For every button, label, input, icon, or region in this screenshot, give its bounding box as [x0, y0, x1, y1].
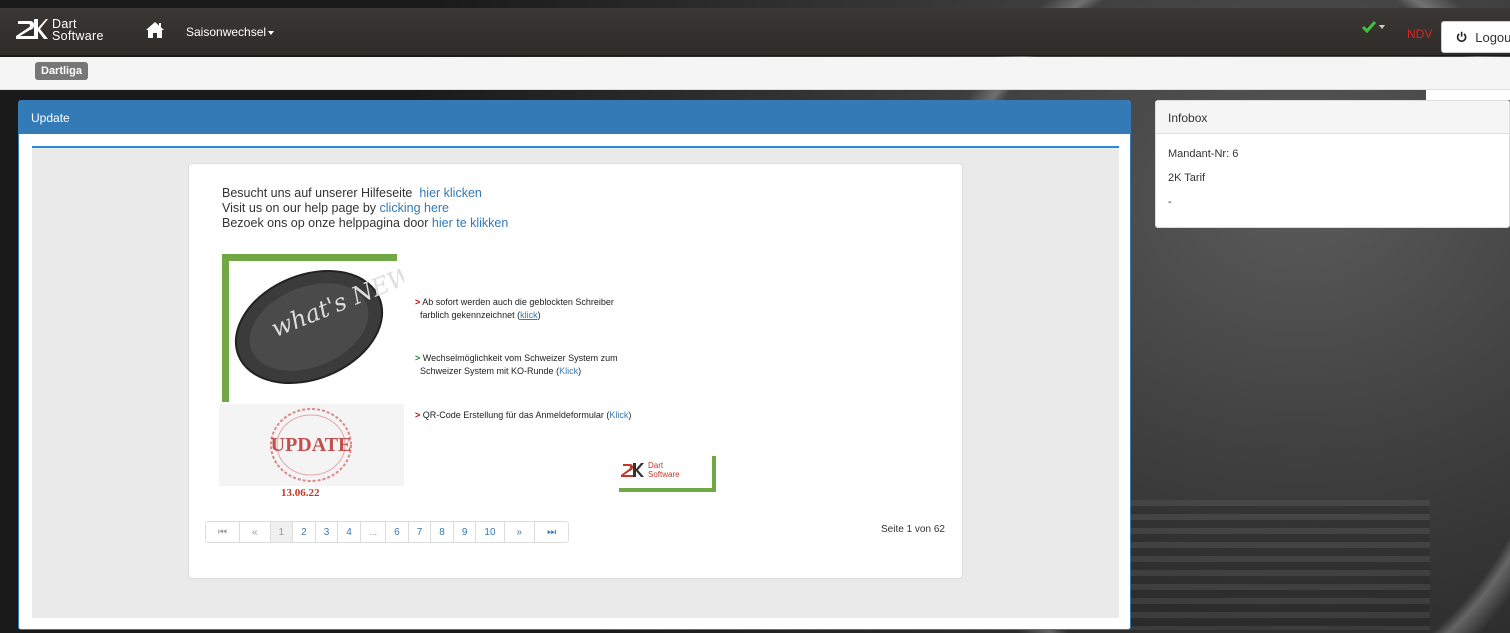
help-link-nl[interactable]: hier te klikken [432, 216, 508, 230]
logout-button[interactable]: Logout [1441, 21, 1510, 53]
panel-body: Besucht uns auf unserer Hilfeseite hier … [19, 134, 1130, 629]
checkmark-icon [1362, 21, 1376, 33]
caret-down-icon [268, 30, 275, 35]
dart-software-logo: Dart Software [619, 456, 716, 492]
update-stamp-text: UPDATE [271, 434, 352, 456]
pagination: ⏮ « 1 2 3 4 ... 6 7 8 9 10 » ⏭ [205, 521, 570, 543]
season-label: Saisonwechsel [186, 25, 267, 39]
news-link[interactable]: Klick [559, 366, 578, 376]
home-icon[interactable] [145, 21, 165, 39]
logout-label: Logout [1475, 29, 1510, 45]
brand-line2: Software [52, 29, 104, 43]
news-item: > Ab sofort werden auch die geblockten S… [415, 297, 614, 320]
background-strip [1426, 90, 1510, 100]
update-card: Besucht uns auf unserer Hilfeseite hier … [188, 163, 963, 579]
help-line-nl: Bezoek ons op onze helppagina door hier … [222, 216, 509, 230]
panel-title: Update [19, 101, 1130, 134]
news-item: > Wechselmöglichkeit vom Schweizer Syste… [415, 353, 618, 376]
help-link-en[interactable]: clicking here [380, 201, 449, 215]
logo-line2: Software [648, 470, 680, 479]
breadcrumb: Dartliga [0, 57, 1510, 90]
status-dropdown[interactable] [1362, 21, 1385, 33]
brand-logo[interactable]: Dart Software [16, 17, 104, 43]
news-item: > QR-Code Erstellung für das Anmeldeform… [415, 410, 632, 420]
infobox: Infobox Mandant-Nr: 6 2K Tarif - [1155, 100, 1510, 228]
page-button[interactable]: 6 [385, 521, 409, 543]
page-info: Seite 1 von 62 [881, 524, 945, 535]
help-line-en: Visit us on our help page by clicking he… [222, 201, 450, 215]
ndv-link[interactable]: NDV [1407, 27, 1432, 41]
season-dropdown[interactable]: Saisonwechsel [186, 25, 275, 39]
help-line-de: Besucht uns auf unserer Hilfeseite hier … [222, 186, 482, 200]
mandant-number: Mandant-Nr: 6 [1168, 148, 1239, 160]
caret-down-icon [1379, 25, 1385, 29]
last-page-button[interactable]: ⏭ [534, 521, 570, 543]
page-button[interactable]: 1 [269, 521, 294, 543]
prev-page-button[interactable]: « [239, 521, 271, 543]
top-navbar: Dart Software Saisonwechsel NDV Logout [0, 8, 1510, 56]
page-button[interactable]: 4 [337, 521, 361, 543]
news-link[interactable]: klick [520, 310, 538, 320]
power-icon [1456, 31, 1467, 42]
update-stamp-image: UPDATE [219, 404, 404, 486]
infobox-body: Mandant-Nr: 6 2K Tarif - [1156, 134, 1509, 208]
page-button[interactable]: 3 [314, 521, 339, 543]
first-page-button[interactable]: ⏮ [205, 521, 240, 543]
news-link[interactable]: Klick [609, 410, 628, 420]
logo-line1: Dart [648, 461, 664, 470]
page-button[interactable]: 10 [475, 521, 505, 543]
tarif-label: 2K Tarif [1168, 172, 1206, 184]
page-ellipsis: ... [359, 521, 387, 543]
help-link-de[interactable]: hier klicken [419, 186, 482, 200]
whats-new-image: what's NEW [219, 252, 404, 404]
infobox-title: Infobox [1156, 101, 1509, 134]
background-decoration [1130, 500, 1430, 630]
page-button[interactable]: 9 [452, 521, 477, 543]
page-button[interactable]: 7 [407, 521, 432, 543]
infobox-extra: - [1168, 196, 1172, 208]
brand-text: Dart Software [52, 18, 104, 43]
page-button[interactable]: 2 [292, 521, 316, 543]
2k-logo-icon [16, 19, 48, 39]
next-page-button[interactable]: » [503, 521, 536, 543]
breadcrumb-badge[interactable]: Dartliga [35, 62, 88, 80]
update-panel: Update Besucht uns auf unserer Hilfeseit… [18, 100, 1131, 630]
help-text: Besucht uns auf unserer Hilfeseite hier … [222, 186, 508, 231]
update-date: 13.06.22 [281, 487, 320, 499]
page-button[interactable]: 8 [430, 521, 454, 543]
